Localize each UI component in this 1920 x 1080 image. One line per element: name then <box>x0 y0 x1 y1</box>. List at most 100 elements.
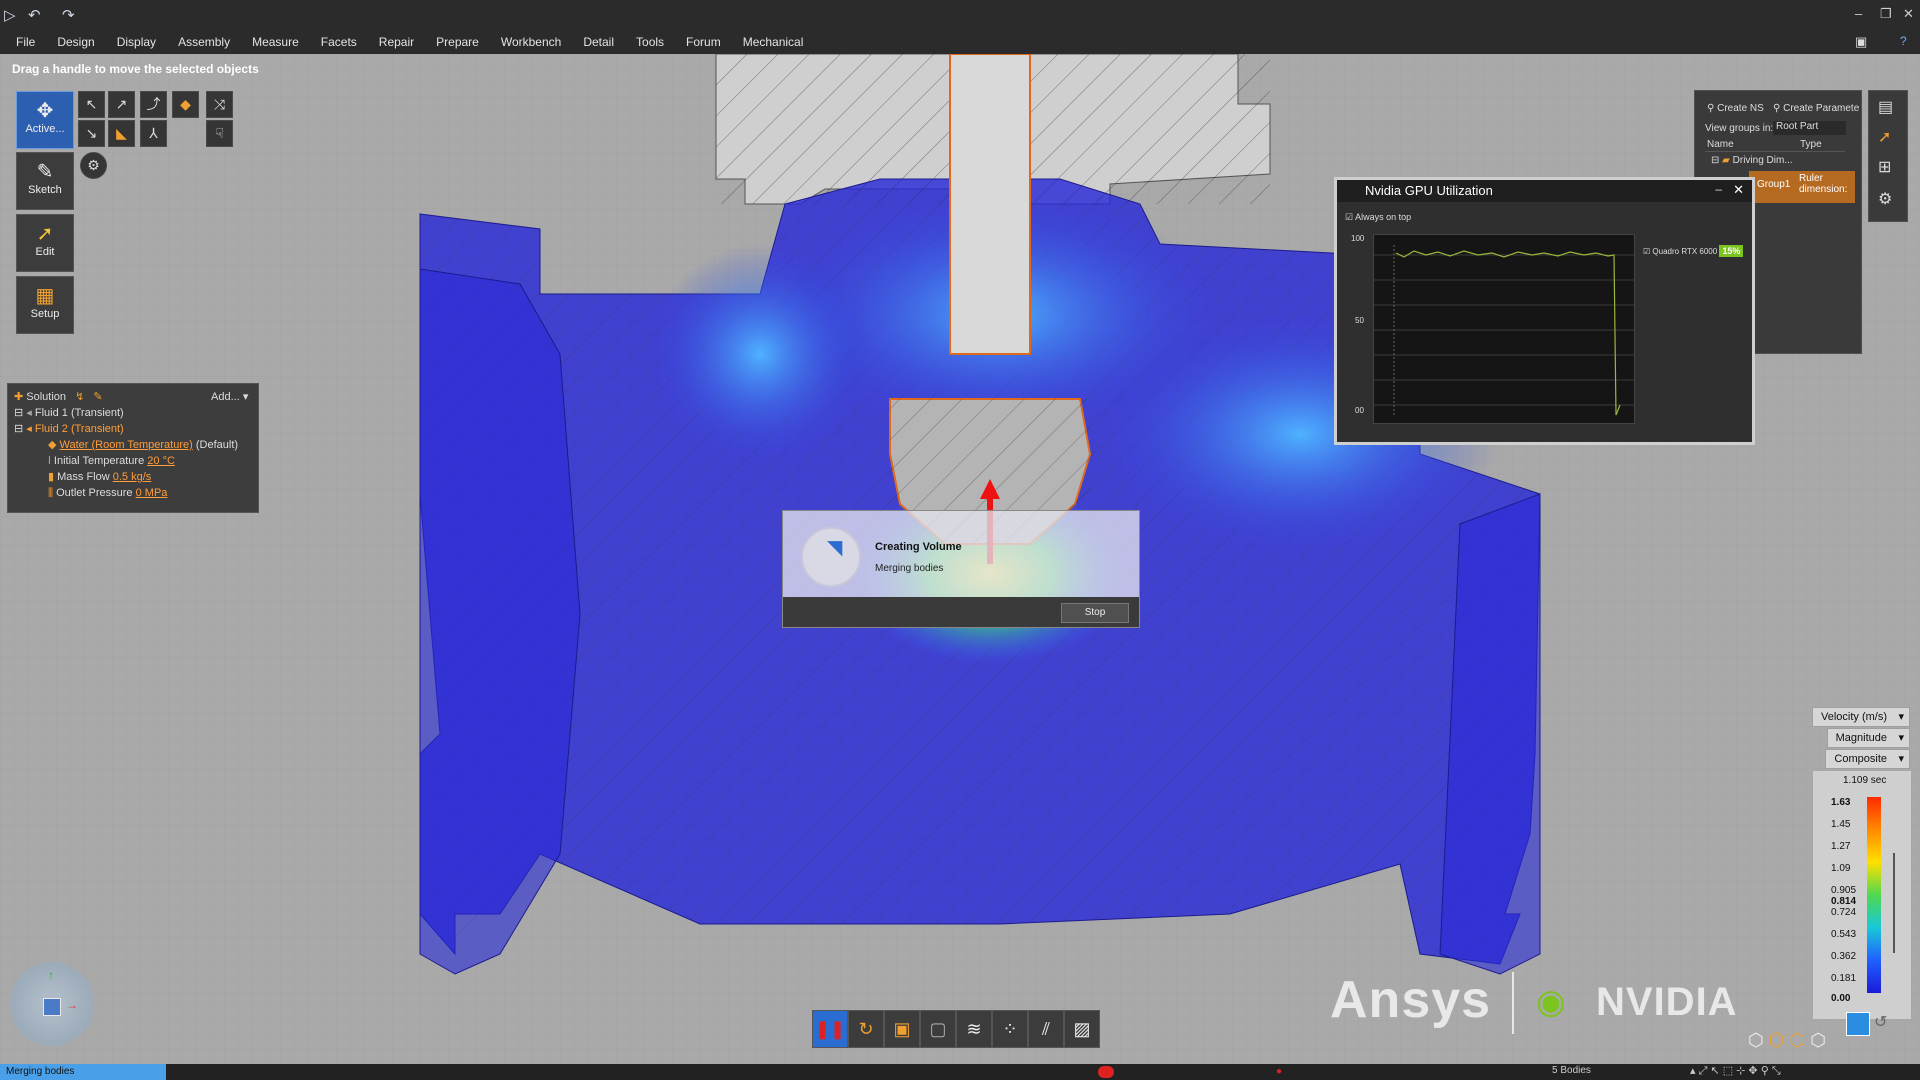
layout-icon[interactable]: ▣ <box>1855 34 1867 50</box>
menu-detail[interactable]: Detail <box>583 35 614 49</box>
group-item-group1[interactable]: Group1 Ruler dimension: <box>1749 171 1855 203</box>
settings-icon[interactable]: ⚙ <box>80 152 107 179</box>
menu-workbench[interactable]: Workbench <box>501 35 561 49</box>
create-ns-button[interactable]: ⚲ Create NS <box>1707 103 1764 114</box>
material-link[interactable]: Water (Room Temperature) <box>60 439 193 451</box>
gpu-percent-badge: 15% <box>1719 245 1744 257</box>
solution-clear-icon[interactable]: ✎ <box>93 391 102 403</box>
setup-button[interactable]: ▦ Setup <box>16 276 74 334</box>
select-point-icon[interactable]: ↘ <box>78 120 105 147</box>
wire-view-icon[interactable]: ⬡ <box>1789 1030 1805 1050</box>
velocity-quantity-select[interactable]: Velocity (m/s) ▾ <box>1811 707 1910 727</box>
create-ns-icon: ⚲ <box>1707 103 1715 114</box>
gpu-close-icon[interactable]: ✕ <box>1733 182 1744 198</box>
orientation-triad[interactable]: ↑ → <box>10 962 94 1046</box>
menu-facets[interactable]: Facets <box>321 35 357 49</box>
flow-lines-button[interactable]: ⫽ <box>1028 1010 1064 1048</box>
selection-filter-icons[interactable]: ▴ ⤢ ↖ ⬚ ⊹ ✥ ⚲ ⤡ <box>1690 1064 1781 1078</box>
menu-mechanical[interactable]: Mechanical <box>743 35 804 49</box>
col-type: Type <box>1800 139 1822 150</box>
menu-design[interactable]: Design <box>57 35 94 49</box>
menu-measure[interactable]: Measure <box>252 35 299 49</box>
create-parameter-button[interactable]: ⚲ Create Paramete <box>1773 103 1859 114</box>
legend-toggle-icon[interactable] <box>1846 1012 1870 1036</box>
volume-view-button[interactable]: ▣ <box>884 1010 920 1048</box>
scale-value-2: 1.27 <box>1831 841 1851 852</box>
sketch-button[interactable]: ✎ Sketch <box>16 152 74 210</box>
menu-prepare[interactable]: Prepare <box>436 35 479 49</box>
tree-item-fluid2[interactable]: ⊟ ◂ Fluid 2 (Transient) <box>14 421 124 437</box>
active-tool-button[interactable]: ✥ Active... <box>16 91 74 149</box>
mass-flow-value[interactable]: 0.5 kg/s <box>113 471 152 483</box>
add-dropdown[interactable]: Add... ▾ <box>211 389 248 405</box>
shaded-view-icon[interactable]: ⬡ <box>1769 1030 1785 1050</box>
dialog-title: Creating Volume <box>875 541 962 553</box>
edit-button[interactable]: ➚ Edit <box>16 214 74 272</box>
inlet-icon: ▮ <box>48 471 55 483</box>
restart-button[interactable]: ↻ <box>848 1010 884 1048</box>
magnitude-select[interactable]: Magnitude ▾ <box>1826 728 1910 748</box>
progress-dialog: ◥ Creating Volume Merging bodies Stop <box>782 510 1140 628</box>
fill-tool-icon[interactable]: ◆ <box>172 91 199 118</box>
app-icon: ▷ <box>4 7 16 24</box>
scale-value-0: 1.63 <box>1831 797 1851 808</box>
surface-button[interactable]: ▨ <box>1064 1010 1100 1048</box>
tree-item-initial-temperature[interactable]: ǀ Initial Temperature 20 °C <box>48 453 175 469</box>
restore-icon[interactable]: ❐ <box>1880 6 1892 22</box>
pause-button[interactable]: ❚❚ <box>812 1010 848 1048</box>
menu-repair[interactable]: Repair <box>379 35 414 49</box>
cursor-icon[interactable]: ➚ <box>1878 127 1891 147</box>
redo-icon[interactable]: ↷ <box>62 6 75 24</box>
menu-file[interactable]: File <box>16 35 35 49</box>
error-icon[interactable]: ● <box>1276 1066 1282 1077</box>
pull-tool-icon[interactable]: ↗ <box>108 91 135 118</box>
grid-view-icon[interactable]: ⊞ <box>1878 157 1891 177</box>
curve-tool-icon[interactable]: ⤴ <box>140 91 167 118</box>
body-count: 5 Bodies <box>1552 1065 1591 1076</box>
gpu-minimize-icon[interactable]: – <box>1715 182 1722 196</box>
solution-run-icon[interactable]: ↯ <box>75 391 84 403</box>
gear-icon[interactable]: ⚙ <box>1878 189 1892 209</box>
range-slider[interactable] <box>1893 853 1895 953</box>
dialog-footer: Stop <box>783 597 1139 627</box>
measure-tool-icon[interactable]: ◣ <box>108 120 135 147</box>
tree-item-fluid1[interactable]: ⊟ ◂ Fluid 1 (Transient) <box>14 405 124 421</box>
select-tool-icon[interactable]: ↖ <box>78 91 105 118</box>
minimize-icon[interactable]: – <box>1855 6 1862 21</box>
iso-view-icon[interactable]: ⬡ <box>1748 1030 1764 1050</box>
menu-display[interactable]: Display <box>117 35 156 49</box>
record-icon[interactable] <box>1098 1066 1114 1078</box>
chevron-down-icon: ▾ <box>1898 711 1904 723</box>
always-on-top-checkbox[interactable]: ☑ Always on top <box>1345 212 1411 223</box>
ansys-logo: Ansys <box>1330 971 1492 1029</box>
composite-select[interactable]: Composite ▾ <box>1825 749 1910 769</box>
transparent-view-icon[interactable]: ⬡ <box>1810 1030 1826 1050</box>
view-groups-select[interactable]: Root Part <box>1773 121 1846 135</box>
undo-icon[interactable]: ↶ <box>28 6 41 24</box>
menu-tools[interactable]: Tools <box>636 35 664 49</box>
menu-forum[interactable]: Forum <box>686 35 721 49</box>
menu-assembly[interactable]: Assembly <box>178 35 230 49</box>
combine-tool-icon[interactable]: ⤨ <box>206 91 233 118</box>
pan-tool-icon[interactable]: ☟ <box>206 120 233 147</box>
stop-button[interactable]: Stop <box>1061 603 1129 623</box>
init-temp-value[interactable]: 20 °C <box>147 455 175 467</box>
help-icon[interactable]: ? <box>1900 34 1907 48</box>
solution-header[interactable]: ✚ Solution ↯ ✎ <box>14 389 103 405</box>
group-item-driving[interactable]: ⊟ ▰ Driving Dim... <box>1711 155 1793 166</box>
tree-item-mass-flow[interactable]: ▮ Mass Flow 0.5 kg/s <box>48 469 151 485</box>
collapse-icon: ⊟ <box>14 407 24 419</box>
outlet-pressure-value[interactable]: 0 MPa <box>136 487 168 499</box>
progress-spinner: ◥ <box>801 527 861 587</box>
streamlines-button[interactable]: ≋ <box>956 1010 992 1048</box>
close-window-icon[interactable]: ✕ <box>1903 6 1914 22</box>
reset-icon[interactable]: ↺ <box>1874 1012 1887 1032</box>
chevron-down-icon: ▾ <box>1898 753 1904 765</box>
axis-tool-icon[interactable]: ⅄ <box>140 120 167 147</box>
gpu-device-checkbox[interactable]: ☑ Quadro RTX 6000 15% <box>1643 245 1744 257</box>
plane-view-button[interactable]: ▢ <box>920 1010 956 1048</box>
tree-item-outlet-pressure[interactable]: ⫼ Outlet Pressure 0 MPa <box>48 485 167 501</box>
particles-button[interactable]: ⁘ <box>992 1010 1028 1048</box>
tree-item-material[interactable]: ◆ Water (Room Temperature) (Default) <box>48 437 238 453</box>
panel-icon[interactable]: ▤ <box>1878 97 1893 117</box>
